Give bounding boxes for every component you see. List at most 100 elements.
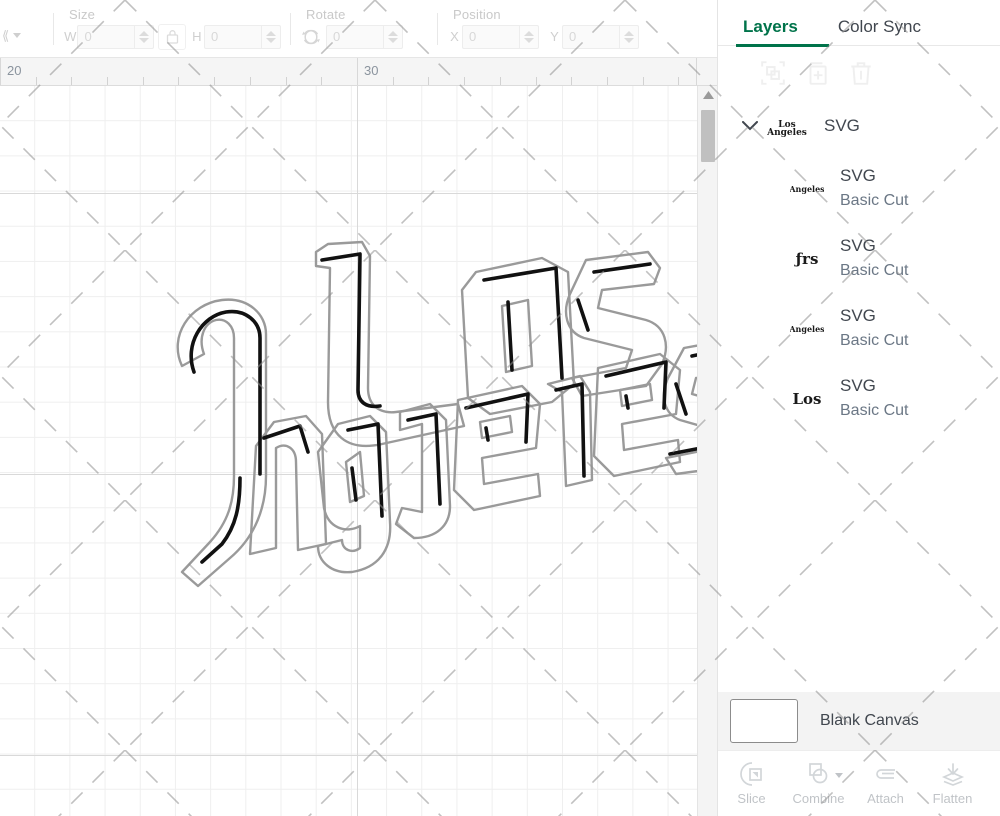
triangle-up-icon[interactable] [624,30,634,36]
ruler-minor-tick [286,77,287,85]
combine-label: Combine [792,791,845,806]
horizontal-ruler: 20 30 [0,58,717,86]
ruler-minor-tick [143,77,144,85]
layer-name: SVG [840,166,876,185]
layers-panel: Layers Color Sync Los Angeles SVG Angele… [717,0,1000,816]
triangle-up-icon [702,91,714,99]
layer-type: Basic Cut [840,402,909,419]
chevron-down-icon [13,33,22,38]
size-group: Size W 0 H 0 [63,0,282,57]
rotate-icon[interactable] [300,26,322,48]
scroll-up-button[interactable] [698,86,718,104]
height-spin-buttons[interactable] [261,24,282,49]
position-label: Position [453,7,501,22]
triangle-down-icon[interactable] [524,37,534,43]
triangle-down-icon[interactable] [266,37,277,43]
blank-canvas-row[interactable]: Blank Canvas [718,692,1000,750]
triangle-up-icon[interactable] [266,30,277,36]
ruler-minor-tick [571,77,572,85]
layer-thumbnail: Angeles [788,313,826,343]
ruler-minor-tick [678,77,679,85]
ruler-minor-tick [214,77,215,85]
flatten-button[interactable]: Flatten [919,761,986,806]
ruler-minor-tick [500,77,501,85]
triangle-up-icon[interactable] [139,30,150,36]
flatten-label: Flatten [932,791,973,806]
rotate-input[interactable]: 0 [326,24,383,49]
layer-row[interactable]: ƒrs SVG Basic Cut [718,223,1000,293]
slice-label: Slice [737,791,766,806]
ruler-minor-tick [107,77,108,85]
triangle-up-icon[interactable] [524,30,534,36]
ruler-minor-tick [393,77,394,85]
combine-button[interactable]: Combine [785,761,852,806]
triangle-down-icon[interactable] [624,37,634,43]
delete-icon[interactable] [848,60,874,86]
triangle-down-icon[interactable] [139,37,150,43]
y-stepper[interactable]: 0 [562,24,639,49]
layer-group-row[interactable]: Los Angeles SVG [718,99,1000,153]
ruler-mark-20: 20 [7,63,22,78]
width-spin-buttons[interactable] [134,24,155,49]
ruler-minor-tick [643,77,644,85]
width-stepper[interactable]: 0 [77,24,155,49]
chevron-down-icon[interactable] [740,116,760,136]
x-spin-buttons[interactable] [519,24,539,49]
lock-aspect-button[interactable] [158,23,186,50]
x-letter: X [450,29,459,44]
chevron-down-icon[interactable] [835,773,843,778]
y-input[interactable]: 0 [562,24,619,49]
x-input[interactable]: 0 [462,24,519,49]
duplicate-icon[interactable] [804,60,830,86]
svg-text:ƒrs: ƒrs [794,250,819,268]
tab-color-sync[interactable]: Color Sync [832,17,927,47]
layer-name: SVG [840,236,876,255]
ruler-minor-tick [250,77,251,85]
layer-row[interactable]: Angeles SVG Basic Cut [718,293,1000,363]
canvas-color-swatch[interactable] [730,699,798,743]
layer-list[interactable]: Los Angeles SVG Angeles SVG Basic Cut ƒr… [718,99,1000,699]
ruler-minor-tick [36,77,37,85]
layer-row[interactable]: Los SVG Basic Cut [718,363,1000,433]
ruler-minor-tick [428,77,429,85]
ruler-minor-tick [464,77,465,85]
shape-select-dropdown[interactable]: ⟪ [0,28,22,44]
toolbar-divider-2 [290,12,291,45]
svg-text:Angeles: Angeles [790,184,824,194]
contour-button[interactable]: Co [986,761,1000,806]
rotate-spin-buttons[interactable] [383,24,403,49]
x-stepper[interactable]: 0 [462,24,539,49]
layer-thumbnail: Los [788,383,826,413]
rotate-stepper[interactable]: 0 [326,24,403,49]
design-canvas-area[interactable]: 20 30 [0,58,718,816]
layer-thumbnail: Angeles [788,173,826,203]
y-spin-buttons[interactable] [619,24,639,49]
height-input[interactable]: 0 [204,24,262,49]
ruler-minor-tick [607,77,608,85]
layer-info: SVG Basic Cut [840,233,908,283]
shape-select-group: ⟪ [0,0,44,57]
lock-icon [166,30,178,44]
layer-info: SVG Basic Cut [840,303,908,353]
triangle-down-icon[interactable] [388,37,398,43]
layer-type: Basic Cut [840,262,909,279]
triangle-up-icon[interactable] [388,30,398,36]
layer-name: SVG [840,376,876,395]
canvas-vertical-scrollbar[interactable] [697,86,718,816]
height-stepper[interactable]: 0 [204,24,282,49]
los-angeles-artwork[interactable] [70,176,697,596]
layer-name: SVG [840,306,876,325]
rotate-label: Rotate [306,7,346,22]
width-input[interactable]: 0 [77,24,135,49]
width-letter: W [64,29,77,44]
layer-row[interactable]: Angeles SVG Basic Cut [718,153,1000,223]
attach-button[interactable]: Attach [852,761,919,806]
slice-button[interactable]: Slice [718,761,785,806]
tab-layers[interactable]: Layers [737,17,804,47]
scroll-thumb[interactable] [701,110,715,162]
canvas-grid[interactable] [0,86,697,816]
ruler-major-tick [696,58,697,85]
ruler-major-tick [357,58,358,85]
group-icon[interactable] [760,60,786,86]
size-label: Size [69,7,96,22]
